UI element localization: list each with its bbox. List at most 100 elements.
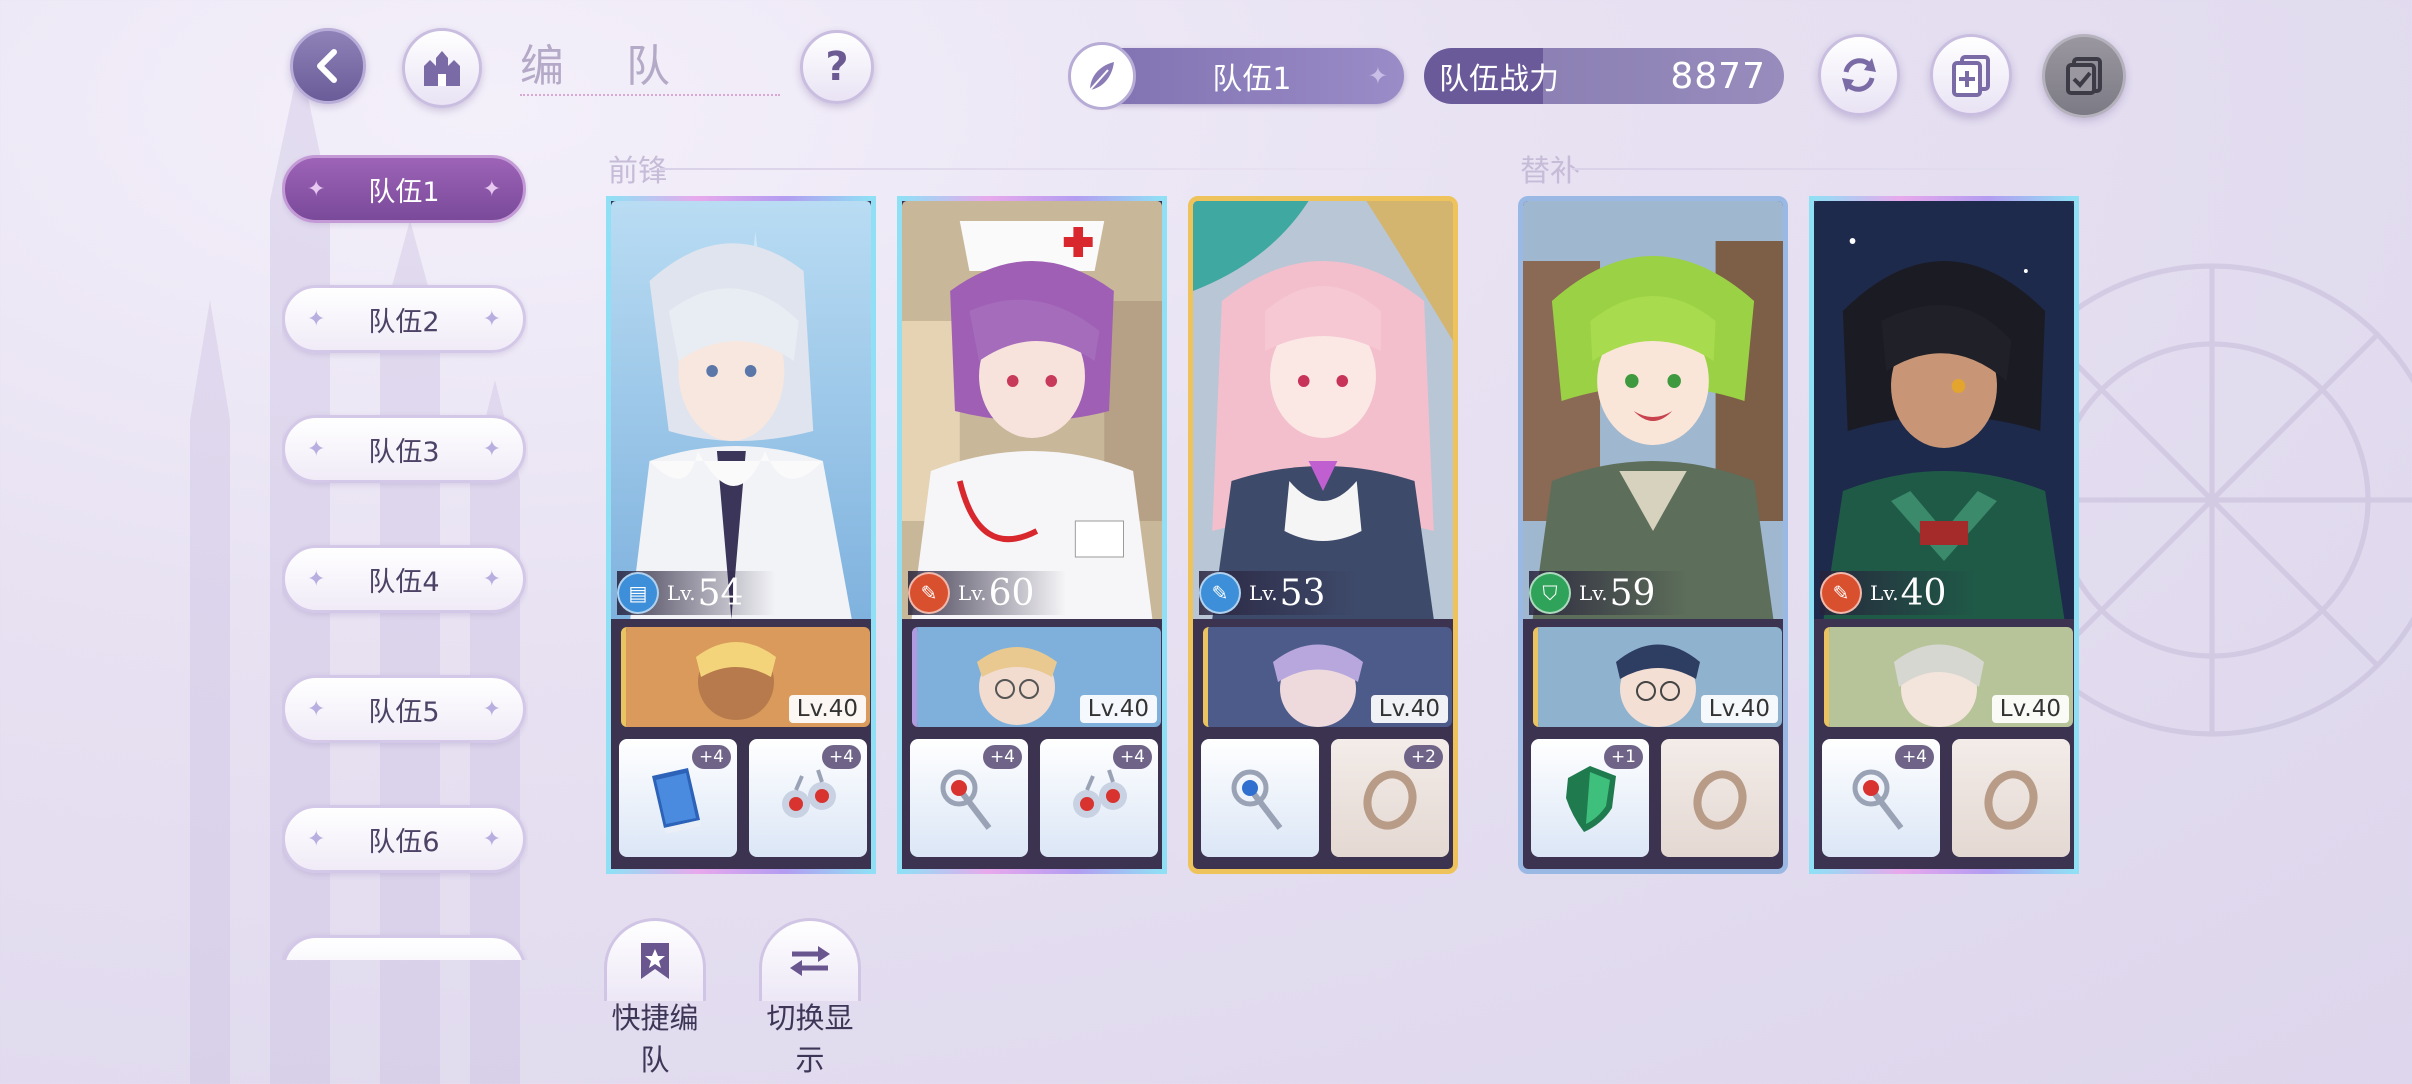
- equipment-slot-2[interactable]: +4: [1040, 739, 1158, 857]
- team-tab-label: 队伍3: [368, 436, 440, 468]
- sparkle-icon: ✦: [482, 696, 501, 722]
- team-tab-5[interactable]: ✦ 队伍5 ✦: [282, 675, 526, 743]
- equipment-slot-2[interactable]: +4: [749, 739, 867, 857]
- checklist-icon: [2066, 57, 2102, 95]
- character-portrait: [611, 201, 871, 619]
- switch-display-button[interactable]: 切换显示: [755, 918, 865, 1079]
- character-card-4[interactable]: ⛉ Lv. 59 Lv.40 +1: [1518, 196, 1788, 874]
- wand-role-icon: ✎: [908, 572, 950, 614]
- team-tab-label: 队伍2: [368, 306, 440, 338]
- level-prefix: Lv.: [667, 581, 696, 605]
- enhance-badge: +4: [691, 745, 731, 769]
- team-tab-6[interactable]: ✦ 队伍6 ✦: [282, 805, 526, 873]
- team-power-value: 8877: [1670, 55, 1766, 97]
- back-arrow-icon: [317, 49, 337, 83]
- team-tab-label: 队伍5: [368, 696, 440, 728]
- team-tab-label: 队伍6: [368, 826, 440, 858]
- character-portrait: [902, 201, 1162, 619]
- support-card[interactable]: Lv.40: [621, 627, 870, 727]
- sparkle-icon: ✦: [482, 176, 501, 202]
- team-tab-7[interactable]: [282, 935, 526, 960]
- ring-icon: [1693, 770, 1747, 830]
- equipment-slot-2[interactable]: [1952, 739, 2070, 857]
- team-selector-label: 队伍1: [1212, 62, 1292, 97]
- sparkle-icon: ✦: [482, 436, 501, 462]
- sparkle-icon: ✦: [482, 306, 501, 332]
- enhance-badge: +4: [982, 745, 1022, 769]
- level-display: ▤ Lv. 54: [617, 571, 775, 615]
- equipment-slot-1[interactable]: +4: [1822, 739, 1940, 857]
- support-level: Lv.40: [788, 695, 866, 723]
- sparkle-icon: ✦: [307, 306, 326, 332]
- team-tab-2[interactable]: ✦ 队伍2 ✦: [282, 285, 526, 353]
- shield-role-icon: ⛉: [1529, 572, 1571, 614]
- confirm-button[interactable]: [2042, 34, 2126, 118]
- back-button[interactable]: [290, 28, 366, 104]
- equipment-slot-1[interactable]: +4: [619, 739, 737, 857]
- quick-formation-button[interactable]: 快捷编队: [600, 918, 710, 1079]
- support-card[interactable]: Lv.40: [1824, 627, 2073, 727]
- bench-section-label: 替补: [1520, 154, 1580, 189]
- sparkle-icon: ✦: [307, 566, 326, 592]
- character-portrait: [1523, 201, 1783, 619]
- book-role-icon: ▤: [617, 572, 659, 614]
- ring-icon: [1363, 770, 1417, 830]
- front-section-label: 前锋: [608, 154, 668, 189]
- equipment-slot-2[interactable]: +2: [1331, 739, 1449, 857]
- level-display: ⛉ Lv. 59: [1529, 571, 1687, 615]
- team-tab-3[interactable]: ✦ 队伍3 ✦: [282, 415, 526, 483]
- ring-icon: [1984, 770, 2038, 830]
- level-display: ✎ Lv. 60: [908, 571, 1066, 615]
- character-card-1[interactable]: ▤ Lv. 54 Lv.40 +4 +4: [606, 196, 876, 874]
- equipment-slot-2[interactable]: [1661, 739, 1779, 857]
- book-icon: [652, 768, 702, 834]
- level-display: ✎ Lv. 40: [1820, 571, 1978, 615]
- equipment-slot-1[interactable]: +4: [910, 739, 1028, 857]
- team-tab-label: 队伍4: [368, 566, 440, 598]
- wand-icon: [940, 769, 992, 830]
- team-tab-1[interactable]: ✦ 队伍1 ✦: [282, 155, 526, 223]
- swap-arrows-icon: [759, 918, 861, 1001]
- add-copy-button[interactable]: [1930, 34, 2012, 116]
- support-card[interactable]: Lv.40: [1203, 627, 1452, 727]
- team-selector[interactable]: 队伍1 ✦: [1068, 42, 1404, 110]
- refresh-button[interactable]: [1818, 34, 1900, 116]
- team-power-label: 队伍战力: [1439, 62, 1559, 97]
- bookmark-icon: [604, 918, 706, 1001]
- level-value: 59: [1609, 572, 1656, 614]
- enhance-badge: +1: [1603, 745, 1643, 769]
- help-button[interactable]: ?: [800, 30, 874, 104]
- character-card-2[interactable]: ✎ Lv. 60 Lv.40 +4 +4: [897, 196, 1167, 874]
- sparkle-icon: ✦: [307, 826, 326, 852]
- support-level: Lv.40: [1991, 695, 2069, 723]
- question-mark-icon: ?: [825, 44, 849, 90]
- front-section-divider: [660, 168, 1455, 170]
- castle-home-icon: [424, 51, 460, 86]
- equipment-slot-1[interactable]: [1201, 739, 1319, 857]
- character-portrait: [1814, 201, 2074, 619]
- character-card-3[interactable]: ✎ Lv. 53 Lv.40 +2: [1188, 196, 1458, 874]
- sparkle-icon: ✦: [482, 826, 501, 852]
- team-tab-4[interactable]: ✦ 队伍4 ✦: [282, 545, 526, 613]
- copy-add-icon: [1952, 55, 1990, 97]
- level-prefix: Lv.: [958, 581, 987, 605]
- earrings-icon: [1073, 769, 1127, 818]
- support-level: Lv.40: [1079, 695, 1157, 723]
- support-card[interactable]: Lv.40: [1533, 627, 1782, 727]
- character-card-5[interactable]: ✎ Lv. 40 Lv.40 +4: [1809, 196, 2079, 874]
- sparkle-icon: ✦: [307, 436, 326, 462]
- earrings-icon: [782, 769, 836, 818]
- level-prefix: Lv.: [1249, 581, 1278, 605]
- support-level: Lv.40: [1700, 695, 1778, 723]
- level-value: 60: [988, 572, 1035, 614]
- enhance-badge: +4: [1894, 745, 1934, 769]
- equipment-slot-1[interactable]: +1: [1531, 739, 1649, 857]
- home-button[interactable]: [402, 28, 482, 108]
- support-card[interactable]: Lv.40: [912, 627, 1161, 727]
- level-prefix: Lv.: [1579, 581, 1608, 605]
- team-list: ✦ 队伍1 ✦ ✦ 队伍2 ✦ ✦ 队伍3 ✦ ✦ 队伍4 ✦ ✦ 队伍5 ✦ …: [282, 155, 528, 960]
- team-power: 队伍战力 8877: [1424, 48, 1784, 104]
- level-display: ✎ Lv. 53: [1199, 571, 1357, 615]
- enhance-badge: +4: [1112, 745, 1152, 769]
- refresh-icon: [1842, 58, 1876, 92]
